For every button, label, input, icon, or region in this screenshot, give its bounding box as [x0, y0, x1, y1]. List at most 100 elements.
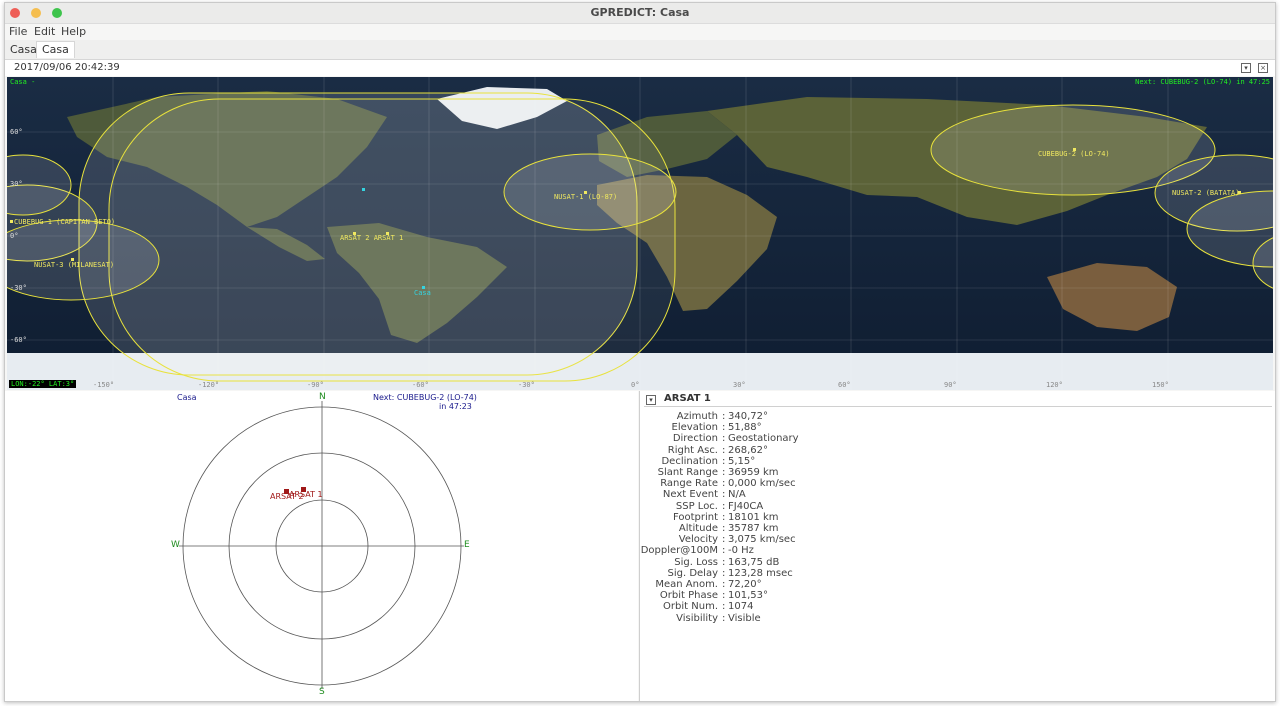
- ground-station-label: Casa: [414, 289, 431, 297]
- lon-label-minus90: -90°: [307, 381, 324, 389]
- info-row-label: Visibility: [676, 612, 718, 624]
- info-row-label: Mean Anom.: [655, 579, 718, 590]
- module-options-icon[interactable]: ▾: [1241, 63, 1251, 73]
- lon-label-minus30: -30°: [518, 381, 535, 389]
- lon-label-30: 30°: [733, 381, 746, 389]
- window-title: GPREDICT: Casa: [590, 6, 690, 19]
- module-close-icon[interactable]: ×: [1258, 63, 1268, 73]
- polar-next-line1: Next: CUBEBUG-2 (LO-74): [373, 393, 477, 402]
- polar-canvas: [179, 401, 464, 689]
- info-row-label: Sig. Delay: [667, 567, 718, 579]
- sat-label-arsat[interactable]: ARSAT 2 ARSAT 1: [340, 234, 403, 242]
- info-row: Slant Range:36959 km: [640, 467, 1275, 478]
- info-row-value: 101,53°: [728, 590, 768, 602]
- satellite-info-panel: ▾ ARSAT 1 Azimuth:340,72° Elevation:51,88…: [639, 391, 1275, 701]
- info-row-colon: :: [722, 612, 726, 624]
- info-row-value: Visible: [728, 612, 761, 624]
- info-row-label: Declination: [661, 455, 718, 467]
- info-row-value: 268,62°: [728, 444, 768, 456]
- lat-label-minus30: -30°: [10, 284, 27, 292]
- info-satellite-name: ARSAT 1: [664, 393, 711, 404]
- info-row: Direction: Geostationary: [640, 433, 1275, 445]
- info-row: Doppler@100M: -0 Hz: [640, 545, 1275, 557]
- info-row-value: 123,28 msec: [728, 567, 793, 579]
- info-row: Mean Anom.:72,20°: [640, 579, 1275, 590]
- info-row: Azimuth:340,72°: [640, 411, 1275, 422]
- polar-north: N: [319, 392, 326, 402]
- info-row-label: Sig. Loss: [674, 556, 718, 568]
- info-row-colon: :: [722, 579, 726, 590]
- info-row-label: Elevation: [671, 422, 718, 434]
- polar-view[interactable]: Casa Next: CUBEBUG-2 (LO-74) in 47:23 N …: [5, 391, 638, 701]
- info-row-label: Right Asc.: [667, 444, 718, 456]
- lat-label-30: 30°: [10, 180, 23, 188]
- info-row-value: 1074: [728, 601, 754, 613]
- info-row-colon: :: [722, 455, 726, 467]
- info-row-label: Slant Range: [657, 467, 718, 478]
- menu-file[interactable]: File: [9, 25, 27, 38]
- info-row-label: Orbit Phase: [659, 590, 718, 602]
- info-row: Altitude:35787 km: [640, 523, 1275, 534]
- info-row-value: 35787 km: [728, 523, 779, 534]
- info-options-icon[interactable]: ▾: [646, 395, 656, 405]
- info-row-value: Geostationary: [728, 433, 799, 445]
- info-row-colon: :: [722, 478, 726, 490]
- menu-help[interactable]: Help: [61, 25, 86, 38]
- info-row-colon: :: [722, 601, 726, 613]
- info-row-colon: :: [722, 433, 726, 445]
- info-row-value: 0,000 km/sec: [728, 478, 796, 490]
- sat-label-nusat-3[interactable]: NUSAT-3 (MILANESAT): [34, 261, 114, 269]
- map-canvas: [7, 77, 1273, 390]
- info-row: Sig. Loss:163,75 dB: [640, 556, 1275, 568]
- info-row-colon: :: [722, 411, 726, 422]
- sat-label-nusat-1[interactable]: NUSAT-1 (LO-87): [554, 193, 617, 201]
- polar-west: W: [171, 540, 180, 550]
- info-row: Range Rate:0,000 km/sec: [640, 478, 1275, 490]
- info-row-label: SSP Loc.: [675, 500, 718, 512]
- info-row-value: 340,72°: [728, 411, 768, 422]
- cursor-readout: LON:-22° LAT:3°: [9, 380, 77, 388]
- info-row-value: FJ40CA: [728, 500, 764, 512]
- world-map[interactable]: Casa - Next: CUBEBUG-2 (LO-74) in 47:25 …: [7, 77, 1273, 390]
- info-row: SSP Loc.: FJ40CA: [640, 500, 1275, 512]
- info-row: Visibility: Visible: [640, 612, 1275, 624]
- info-row-colon: :: [722, 567, 726, 579]
- info-row-value: 3,075 km/sec: [728, 534, 796, 546]
- info-row-label: Altitude: [678, 523, 718, 534]
- info-row-value: 51,88°: [728, 422, 762, 434]
- sat-label-cubebug-2[interactable]: CUBEBUG-2 (LO-74): [1038, 150, 1110, 158]
- info-row-colon: :: [722, 500, 726, 512]
- menu-edit[interactable]: Edit: [34, 25, 55, 38]
- info-row-colon: :: [722, 467, 726, 478]
- info-row-value: N/A: [728, 489, 746, 501]
- info-row: Next Event: N/A: [640, 489, 1275, 501]
- tab-casa-2[interactable]: Casa: [36, 41, 75, 58]
- info-row-label: Velocity: [678, 534, 718, 546]
- lat-label-0: 0°: [10, 232, 19, 240]
- footprint-nusat-1: [503, 153, 677, 231]
- lon-label-60: 60°: [838, 381, 851, 389]
- info-row: Right Asc.:268,62°: [640, 444, 1275, 456]
- polar-label-arsat-1[interactable]: ARSAT 1: [289, 490, 323, 499]
- polar-qth-label: Casa: [177, 393, 197, 402]
- info-row: Declination:5,15°: [640, 455, 1275, 467]
- info-row-value: 72,20°: [728, 579, 762, 590]
- info-row-label: Range Rate: [660, 478, 718, 490]
- info-row: Footprint:18101 km: [640, 511, 1275, 523]
- info-row: Velocity:3,075 km/sec: [640, 534, 1275, 546]
- title-bar: GPREDICT: Casa: [5, 3, 1275, 24]
- lat-label-minus60: -60°: [10, 336, 27, 344]
- sat-label-cubebug-1[interactable]: CUBEBUG-1 (CAPITAN BETO): [14, 218, 115, 226]
- info-row-label: Footprint: [672, 511, 718, 523]
- polar-east: E: [464, 540, 470, 550]
- sat-label-nusat-2[interactable]: NUSAT-2 (BATATA): [1172, 189, 1239, 197]
- info-separator: [644, 406, 1272, 407]
- info-row-colon: :: [722, 489, 726, 501]
- info-row-value: 18101 km: [728, 511, 779, 523]
- info-row-label: Azimuth: [676, 411, 718, 422]
- polar-south: S: [319, 687, 325, 697]
- app-window: GPREDICT: Casa File Edit Help Casa Casa …: [4, 2, 1276, 702]
- info-row-label: Doppler@100M: [640, 545, 718, 557]
- info-row-colon: :: [722, 545, 726, 557]
- info-row: Orbit Phase:101,53°: [640, 590, 1275, 602]
